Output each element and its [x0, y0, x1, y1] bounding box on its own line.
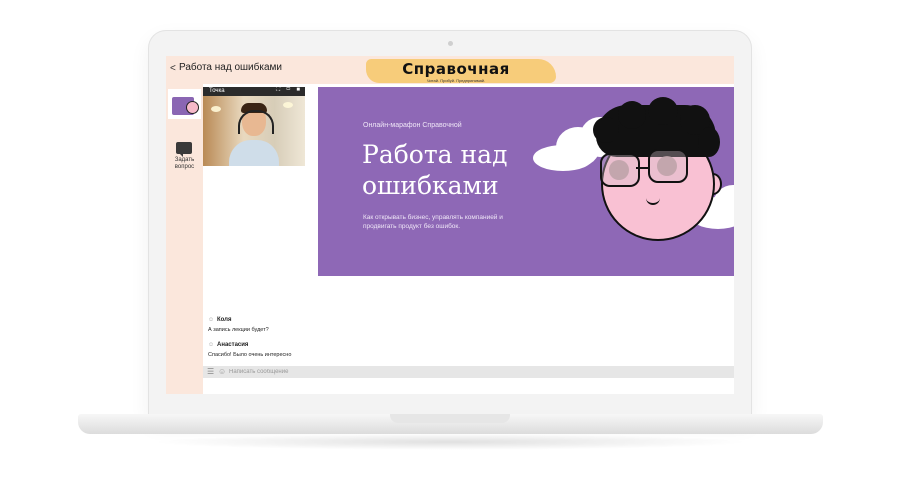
message-input[interactable]	[229, 367, 529, 377]
laptop-notch	[390, 414, 510, 423]
chat-message: А запись лекции будет?	[208, 327, 269, 333]
event-banner: Онлайн-марафон Справочной Работа над оши…	[318, 87, 734, 276]
webcam-dot	[448, 41, 453, 46]
speaker-video[interactable]	[203, 96, 305, 166]
ceiling-light	[211, 106, 221, 112]
video-title: Точка	[209, 88, 225, 94]
screen: < Работа над ошибками Справочная Читай. …	[166, 56, 734, 394]
page-title: Работа над ошибками	[179, 62, 282, 73]
laptop-shadow	[150, 434, 750, 450]
menu-icon[interactable]: ☰	[207, 367, 214, 376]
video-header: Точка ⛶ ▭ ■	[203, 87, 305, 96]
chat-bubble-icon[interactable]	[176, 142, 192, 157]
glasses-bridge	[636, 167, 648, 169]
banner-kicker: Онлайн-марафон Справочной	[363, 122, 462, 129]
sidebar: Задать вопрос	[166, 84, 203, 394]
message-composer: ☰ ☺	[203, 366, 734, 378]
user-avatar-icon: ☺	[208, 317, 215, 323]
speaker-body	[229, 140, 279, 166]
banner-description: Как открывать бизнес, управлять компание…	[363, 214, 503, 230]
logo-tagline: Читай. Пробуй. Предпринимай.	[426, 78, 486, 83]
eye-right	[657, 156, 677, 176]
headset-icon	[238, 110, 274, 134]
chat-message: Спасибо! Было очень интересно	[208, 352, 292, 358]
hair-curl	[618, 101, 646, 129]
logo: Справочная	[402, 60, 510, 78]
user-avatar-icon: ☺	[208, 342, 215, 348]
video-panel: Точка ⛶ ▭ ■	[203, 87, 305, 166]
chat-username: Коля	[217, 317, 232, 323]
hair-curl	[648, 97, 678, 125]
video-controls[interactable]: ⛶ ▭ ■	[276, 87, 302, 94]
share-icon[interactable]: <	[170, 63, 176, 74]
hair-curl	[698, 127, 720, 157]
top-bar: < Работа над ошибками Справочная Читай. …	[166, 56, 734, 84]
chat-username: Анастасия	[217, 342, 249, 348]
ask-question-button[interactable]: Задать вопрос	[166, 157, 203, 171]
hair-curl	[593, 117, 619, 143]
banner-title: Работа над ошибками	[362, 140, 508, 200]
chat-list: ☺ Коля А запись лекции будет? ☺ Анастаси…	[203, 312, 734, 372]
event-thumbnail[interactable]	[168, 89, 201, 119]
ceiling-light	[283, 102, 293, 108]
emoji-icon[interactable]: ☺	[218, 367, 226, 376]
thumbnail-face-icon	[186, 101, 199, 114]
eye-left	[609, 160, 629, 180]
